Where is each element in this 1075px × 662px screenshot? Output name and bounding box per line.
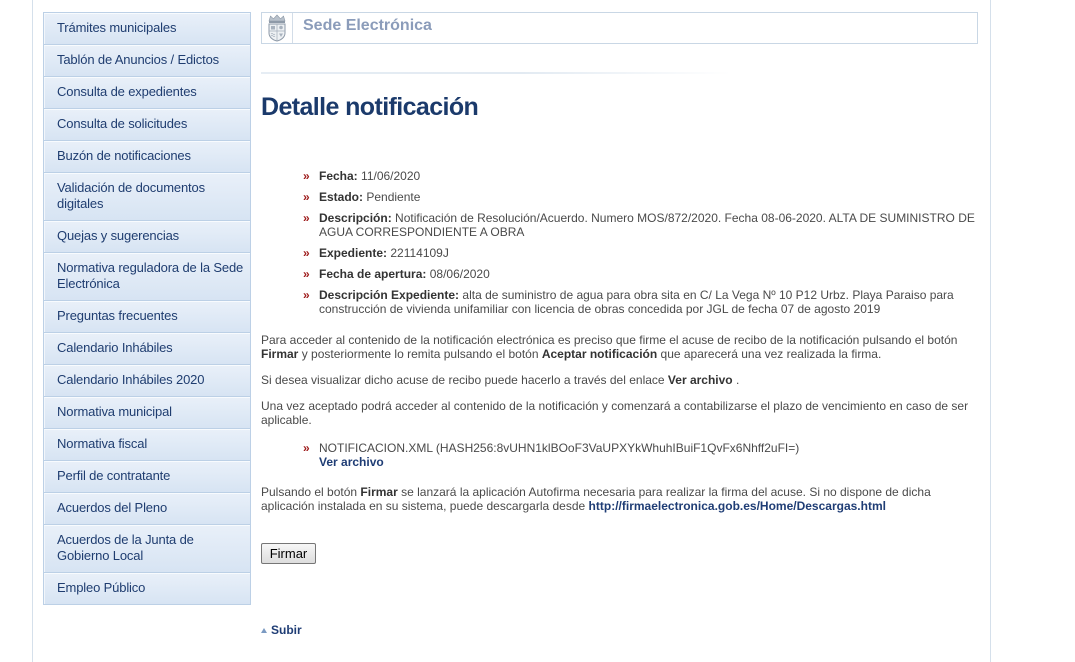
sidebar-item-normativa-sede[interactable]: Normativa reguladora de la Sede Electrón… (44, 253, 250, 301)
page-frame-right-border (990, 0, 991, 662)
site-header: Sede Electrónica (261, 12, 978, 44)
sidebar-item-calendario-inhabiles[interactable]: Calendario Inhábiles (44, 333, 250, 365)
header-divider (261, 72, 731, 74)
main-content: Sede Electrónica Detalle notificación Fe… (261, 0, 978, 662)
coat-of-arms-icon (268, 14, 286, 42)
detail-item-fecha: Fecha: 11/06/2020 (261, 169, 996, 183)
page-frame-left-border (32, 0, 33, 662)
sidebar-item-quejas-sugerencias[interactable]: Quejas y sugerencias (44, 221, 250, 253)
sidebar-item-tablon-anuncios[interactable]: Tablón de Anuncios / Edictos (44, 45, 250, 77)
detail-value: 11/06/2020 (361, 169, 421, 183)
detail-label: Expediente: (319, 246, 388, 260)
paragraph-text: Si desea visualizar dicho acuse de recib… (261, 373, 668, 387)
detail-item-fecha-apertura: Fecha de apertura: 08/06/2020 (261, 267, 996, 281)
sidebar-item-calendario-inhabiles-2020[interactable]: Calendario Inhábiles 2020 (44, 365, 250, 397)
detail-label: Estado: (319, 190, 364, 204)
sidebar-item-consulta-solicitudes[interactable]: Consulta de solicitudes (44, 109, 250, 141)
detail-value: 22114109J (390, 246, 449, 260)
sign-instructions-paragraph: Para acceder al contenido de la notifica… (261, 333, 976, 361)
sidebar-item-normativa-fiscal[interactable]: Normativa fiscal (44, 429, 250, 461)
detail-item-descripcion: Descripción: Notificación de Resolución/… (261, 211, 996, 239)
paragraph-text: Pulsando el botón (261, 485, 361, 499)
bullet-icon (303, 267, 311, 281)
paragraph-text: Para acceder al contenido de la notifica… (261, 333, 958, 347)
detail-value: Notificación de Resolución/Acuerdo. Nume… (319, 211, 975, 239)
detail-label: Descripción: (319, 211, 392, 225)
paragraph-text: y posteriormente lo remita pulsando el b… (298, 347, 542, 361)
back-to-top-link[interactable]: Subir (261, 623, 302, 637)
detail-label: Fecha: (319, 169, 358, 183)
emphasis-sign: Firmar (360, 485, 398, 499)
paragraph-text: Una vez aceptado podrá acceder al conten… (261, 399, 969, 427)
sidebar-item-validacion-documentos[interactable]: Validación de documentos digitales (44, 173, 250, 221)
autofirma-download-link[interactable]: http://firmaelectronica.gob.es/Home/Desc… (589, 499, 886, 513)
detail-value: Pendiente (366, 190, 421, 204)
view-receipt-paragraph: Si desea visualizar dicho acuse de recib… (261, 373, 976, 387)
autofirma-info-paragraph: Pulsando el botón Firmar se lanzará la a… (261, 485, 976, 513)
acceptance-info-paragraph: Una vez aceptado podrá acceder al conten… (261, 399, 976, 427)
sidebar-item-empleo-publico[interactable]: Empleo Público (44, 573, 250, 605)
notification-details: Fecha: 11/06/2020 Estado: Pendiente Desc… (261, 169, 996, 323)
paragraph-text: . (732, 373, 740, 387)
detail-item-descripcion-expediente: Descripción Expediente: alta de suminist… (261, 288, 996, 316)
attachment-list: NOTIFICACION.XML (HASH256:8vUHN1klBOoF3V… (261, 441, 996, 476)
detail-label: Descripción Expediente: (319, 288, 460, 302)
detail-item-estado: Estado: Pendiente (261, 190, 996, 204)
sidebar-item-perfil-contratante[interactable]: Perfil de contratante (44, 461, 250, 493)
detail-label: Fecha de apertura: (319, 267, 427, 281)
sign-button[interactable]: Firmar (261, 543, 316, 564)
arrow-up-icon (261, 628, 267, 633)
sidebar-item-acuerdos-pleno[interactable]: Acuerdos del Pleno (44, 493, 250, 525)
sidebar-item-preguntas-frecuentes[interactable]: Preguntas frecuentes (44, 301, 250, 333)
sidebar-item-tramites-municipales[interactable]: Trámites municipales (44, 13, 250, 45)
bullet-icon (303, 288, 311, 302)
bullet-icon (303, 246, 311, 260)
site-title: Sede Electrónica (303, 17, 432, 34)
emphasis-sign: Firmar (261, 347, 299, 361)
bullet-icon (303, 190, 311, 204)
sidebar-menu: Trámites municipales Tablón de Anuncios … (43, 12, 251, 605)
paragraph-text: que aparecerá una vez realizada la firma… (657, 347, 882, 361)
sidebar-item-consulta-expedientes[interactable]: Consulta de expedientes (44, 77, 250, 109)
bullet-icon (303, 441, 311, 455)
sidebar-item-buzon-notificaciones[interactable]: Buzón de notificaciones (44, 141, 250, 173)
detail-item-expediente: Expediente: 22114109J (261, 246, 996, 260)
sidebar-item-acuerdos-junta-gobierno[interactable]: Acuerdos de la Junta de Gobierno Local (44, 525, 250, 573)
bullet-icon (303, 211, 311, 225)
bullet-icon (303, 169, 311, 183)
detail-value: 08/06/2020 (429, 267, 490, 281)
attachment-file-name: NOTIFICACION.XML (HASH256:8vUHN1klBOoF3V… (319, 441, 800, 455)
emphasis-accept-notification: Aceptar notificación (541, 347, 658, 361)
attachment-view-link[interactable]: Ver archivo (319, 455, 996, 469)
back-to-top-label: Subir (271, 623, 302, 637)
view-receipt-link[interactable]: Ver archivo (668, 373, 733, 387)
attachment-item: NOTIFICACION.XML (HASH256:8vUHN1klBOoF3V… (261, 441, 996, 469)
municipal-logo[interactable] (262, 13, 293, 43)
sidebar-item-normativa-municipal[interactable]: Normativa municipal (44, 397, 250, 429)
page-title: Detalle notificación (261, 93, 479, 121)
